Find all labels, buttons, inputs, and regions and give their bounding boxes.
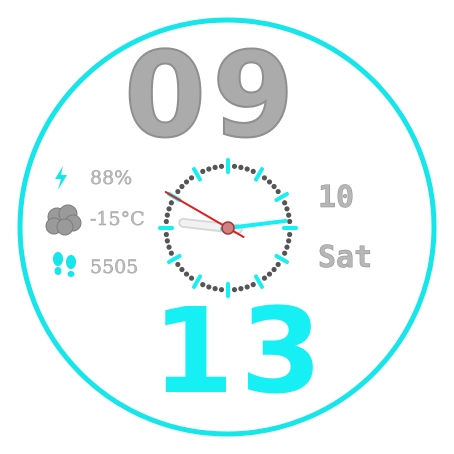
hour-digits: 09 <box>123 26 301 164</box>
weekday: Sat <box>318 240 373 276</box>
footprints-icon <box>53 252 76 277</box>
date-day: 10 <box>318 180 355 216</box>
step-count: 5505 <box>90 256 139 279</box>
battery-percentage: 88% <box>90 167 133 190</box>
temperature: -15°C <box>90 208 145 231</box>
lightning-bolt-icon <box>55 166 67 190</box>
cloud-icon <box>45 204 82 236</box>
minute-digits: 13 <box>152 282 329 420</box>
